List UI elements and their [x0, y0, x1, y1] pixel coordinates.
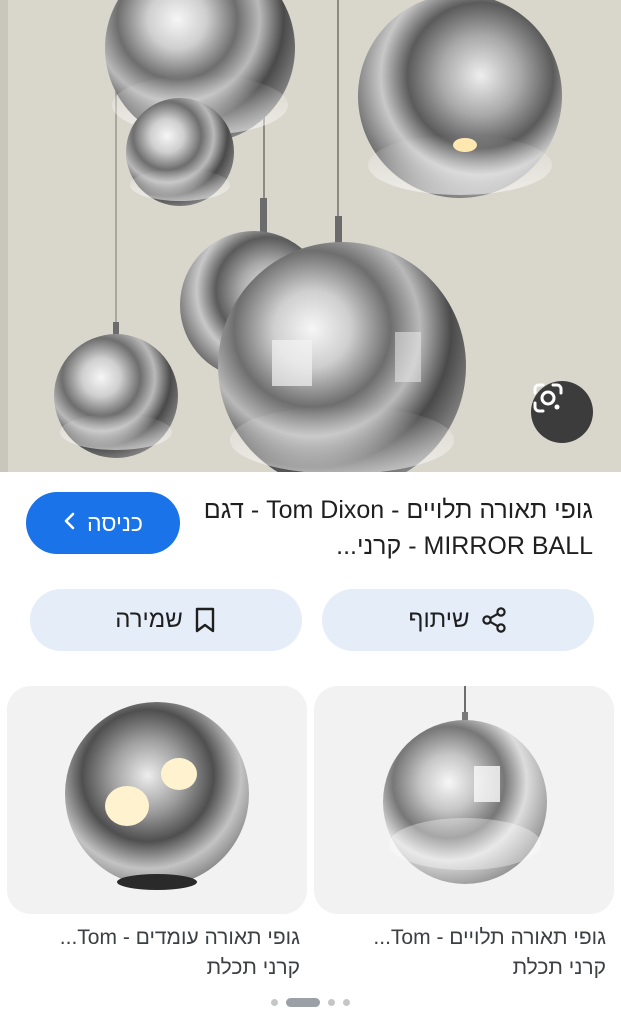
- google-lens-icon: [533, 383, 563, 413]
- share-button[interactable]: שיתוף: [322, 589, 594, 651]
- mirror-ball-floor-lamp-image: [7, 686, 307, 914]
- mirror-ball-pendant-image: [314, 686, 614, 914]
- save-button[interactable]: שמירה: [30, 589, 302, 651]
- lens-search-button[interactable]: [531, 381, 593, 443]
- result-title[interactable]: גופי תאורה תלויים - Tom Dixon - דגם MIRR…: [203, 492, 593, 564]
- share-label: שיתוף: [408, 606, 470, 633]
- mirror-balls-illustration: [0, 0, 621, 472]
- visit-label: כניסה: [87, 509, 143, 536]
- bookmark-icon: [193, 606, 217, 634]
- related-title[interactable]: גופי תאורה עומדים - Tom...: [0, 923, 300, 953]
- pager-dot-active[interactable]: [286, 997, 320, 1007]
- related-image-card[interactable]: [314, 686, 614, 914]
- save-label: שמירה: [115, 606, 183, 633]
- pager-dot[interactable]: [343, 998, 350, 1006]
- related-title[interactable]: גופי תאורה תלויים - Tom...: [306, 923, 606, 953]
- share-icon: [480, 606, 508, 634]
- pager-dot[interactable]: [271, 998, 278, 1006]
- carousel-pager: [0, 994, 621, 1010]
- pager-dot[interactable]: [328, 998, 335, 1006]
- related-image-card[interactable]: [7, 686, 307, 914]
- related-source: קרני תכלת: [512, 956, 606, 979]
- related-source: קרני תכלת: [206, 956, 300, 979]
- chevron-left-icon: [63, 512, 77, 534]
- visit-button[interactable]: כניסה: [26, 492, 180, 554]
- main-image[interactable]: [0, 0, 621, 472]
